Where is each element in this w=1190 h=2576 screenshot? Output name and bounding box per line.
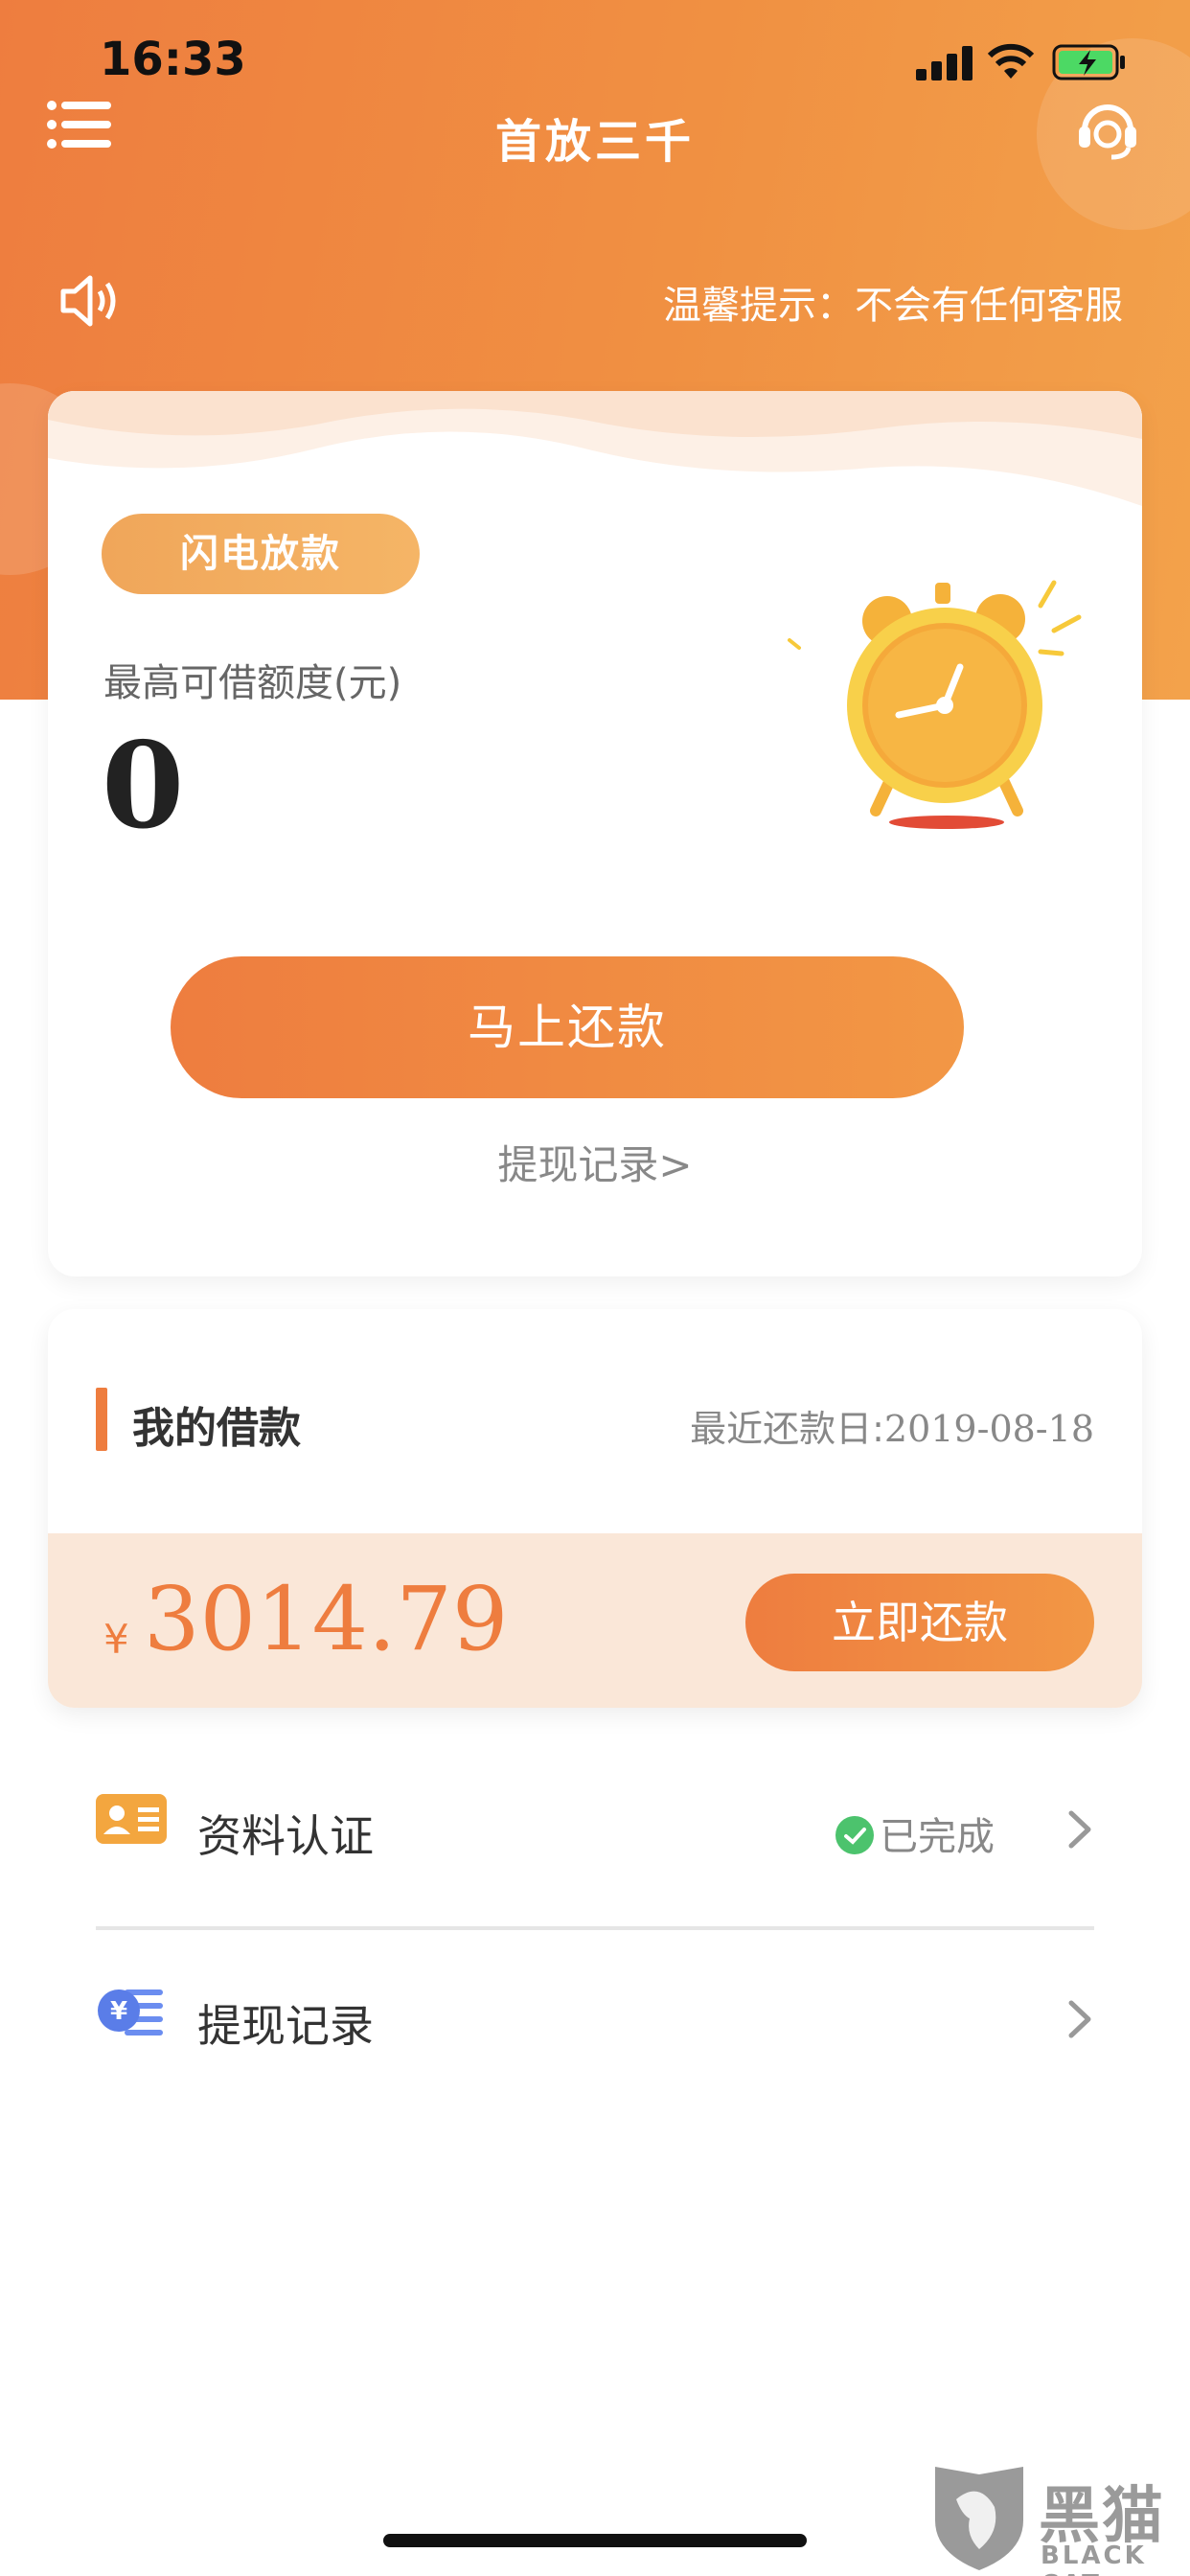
home-indicator[interactable] <box>383 2534 807 2547</box>
list-item-withdraw-record[interactable]: ¥ 提现记录 <box>96 1961 1094 2076</box>
cellular-signal-icon <box>916 46 973 80</box>
card-wave-decoration <box>48 391 1142 506</box>
app-screen: 16:33 首放三千 温馨提示：不会有任何客服 闪电放款 最高可借额度(元) 0… <box>0 0 1190 2576</box>
loan-amount: 3014.79 <box>144 1568 509 1670</box>
svg-text:¥: ¥ <box>110 1997 127 2026</box>
menu-icon[interactable] <box>46 96 113 153</box>
id-card-icon <box>96 1794 167 1844</box>
my-loan-card: 我的借款 最近还款日:2019-08-18 ¥ 3014.79 立即还款 <box>48 1309 1142 1708</box>
recent-repay-date: 最近还款日:2019-08-18 <box>690 1399 1094 1452</box>
recent-repay-value: 2019-08-18 <box>883 1408 1094 1450</box>
list-item-label: 资料认证 <box>197 1810 374 1862</box>
loan-title: 我的借款 <box>132 1404 301 1453</box>
notice-text: 温馨提示：不会有任何客服 <box>663 284 1123 328</box>
credit-limit-card: 闪电放款 最高可借额度(元) 0 马上还款 提现记录> <box>48 391 1142 1276</box>
section-accent-bar <box>96 1388 107 1451</box>
wifi-icon <box>987 43 1035 79</box>
blackcat-watermark: 黑猫 BLACK CAT <box>927 2461 1190 2576</box>
alarm-clock-icon <box>788 580 1082 829</box>
list-item-profile-verification[interactable]: 资料认证 已完成 <box>96 1771 1094 1886</box>
badge-fast-loan: 闪电放款 <box>102 514 420 594</box>
verification-status: 已完成 <box>835 1806 995 1861</box>
list-divider <box>96 1926 1094 1930</box>
repay-now-button[interactable]: 马上还款 <box>171 956 964 1098</box>
watermark-en: BLACK CAT <box>1041 2542 1147 2576</box>
status-text: 已完成 <box>880 1815 995 1859</box>
chevron-right-icon <box>1068 1810 1091 1849</box>
chevron-right-icon <box>1068 2000 1091 2038</box>
customer-service-icon[interactable] <box>1073 92 1142 161</box>
page-title: 首放三千 <box>494 115 695 169</box>
recent-repay-label: 最近还款日: <box>690 1408 884 1450</box>
withdraw-record-link[interactable]: 提现记录> <box>48 1133 1142 1191</box>
yuan-coin-icon: ¥ <box>98 1990 163 2036</box>
limit-value: 0 <box>102 717 185 856</box>
check-circle-icon <box>835 1816 874 1854</box>
list-item-label: 提现记录 <box>197 2000 374 2052</box>
currency-symbol: ¥ <box>103 1616 129 1663</box>
limit-label: 最高可借额度(元) <box>103 661 402 705</box>
pay-now-button[interactable]: 立即还款 <box>745 1574 1094 1671</box>
speaker-icon <box>60 275 116 327</box>
cat-shield-logo-icon <box>935 2467 1023 2570</box>
battery-icon <box>1052 44 1125 80</box>
status-time: 16:33 <box>100 33 246 86</box>
